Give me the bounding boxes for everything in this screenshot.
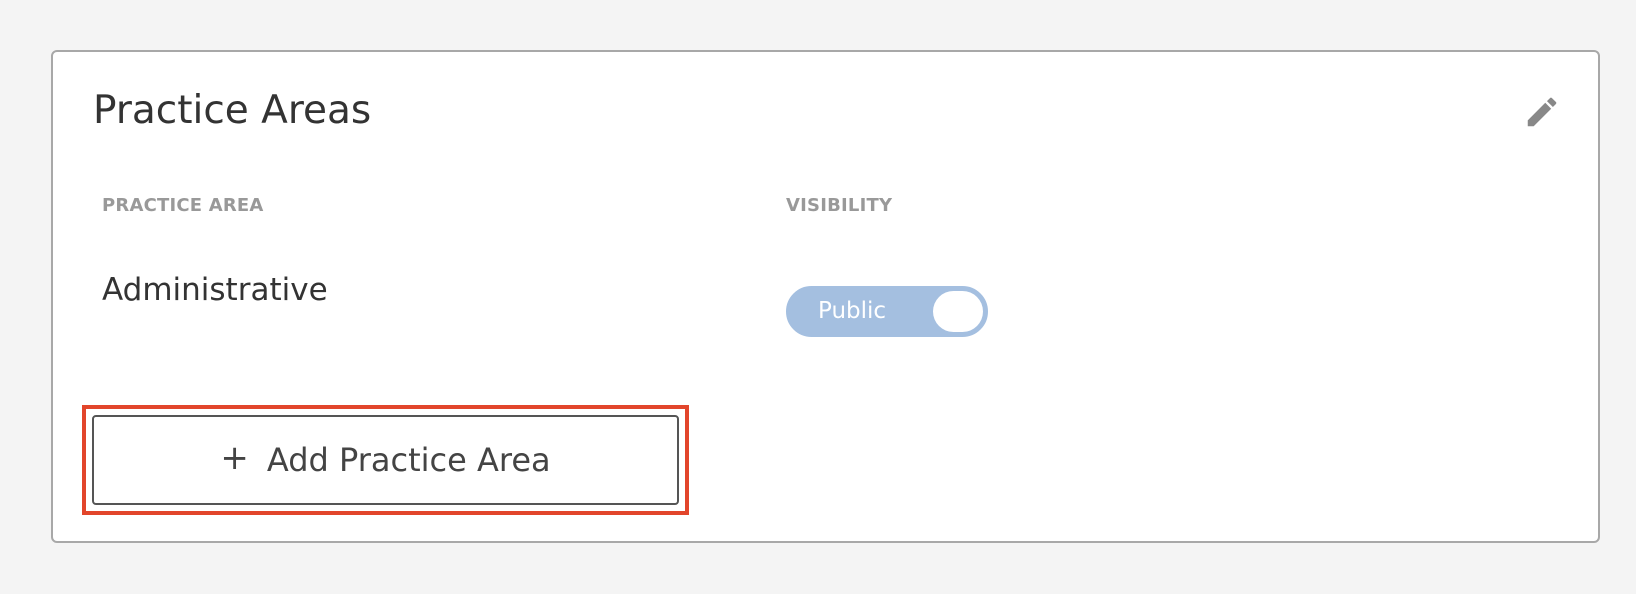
column-header-practice-area: PRACTICE AREA (102, 195, 264, 216)
add-practice-area-button[interactable]: + Add Practice Area (92, 415, 679, 505)
pencil-icon (1527, 97, 1557, 127)
card-title: Practice Areas (93, 88, 372, 133)
visibility-toggle-label: Public (818, 298, 887, 324)
toggle-knob (933, 291, 983, 332)
plus-icon: + (220, 438, 249, 478)
visibility-toggle[interactable]: Public (786, 286, 988, 337)
practice-area-name: Administrative (102, 272, 328, 308)
column-header-visibility: VISIBILITY (786, 195, 893, 216)
add-practice-area-label: Add Practice Area (266, 441, 551, 479)
edit-button[interactable] (1520, 90, 1564, 134)
practice-areas-card: Practice Areas PRACTICE AREA VISIBILITY … (51, 50, 1600, 543)
